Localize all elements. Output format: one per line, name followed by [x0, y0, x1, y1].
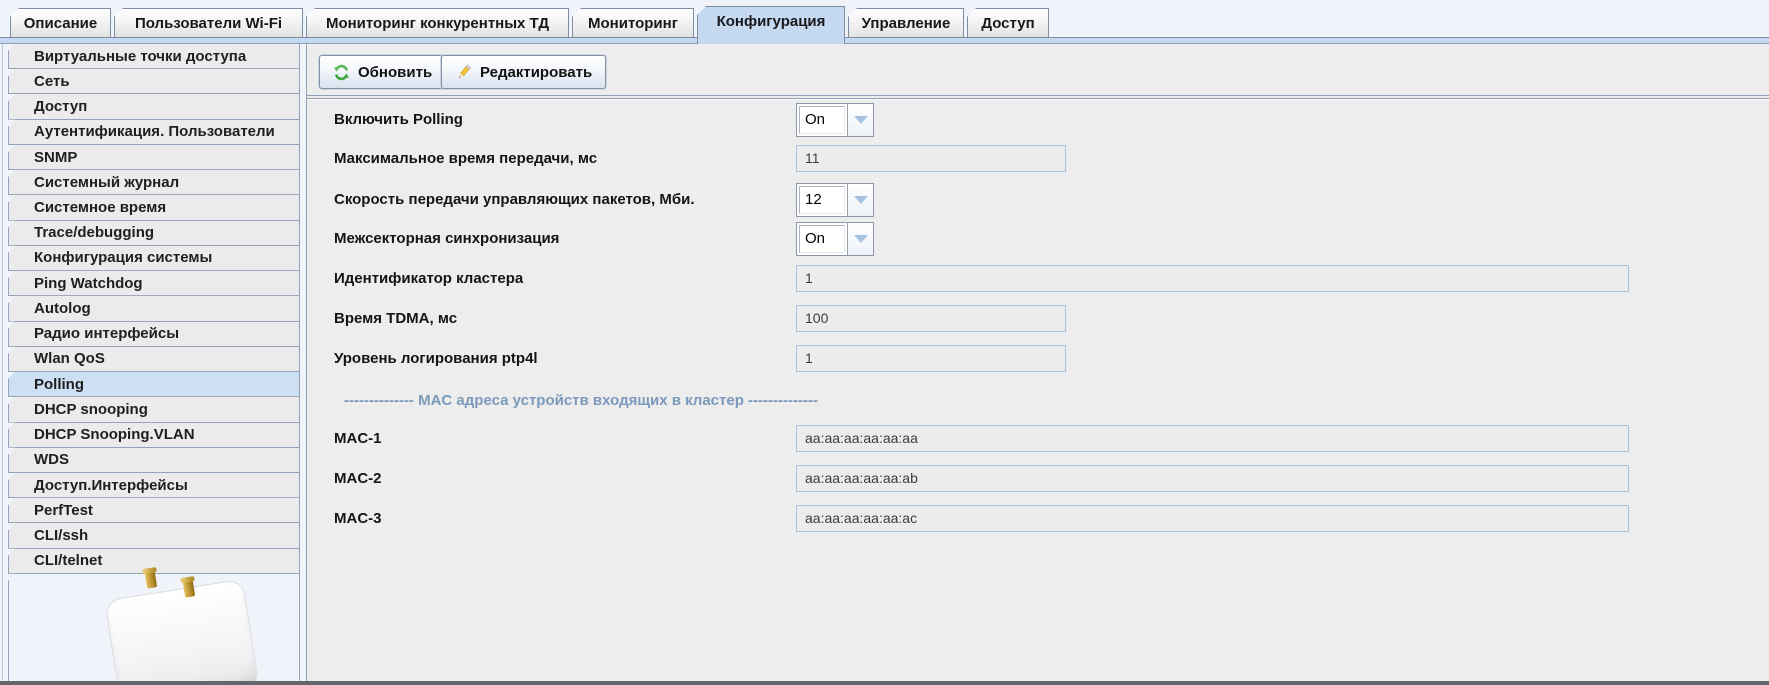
- tab-management[interactable]: Управление: [848, 8, 964, 37]
- sidebar-item-radio-interfaces[interactable]: Радио интерфейсы: [8, 320, 300, 347]
- sidebar-item-perftest[interactable]: PerfTest: [8, 497, 300, 524]
- tab-competing-ap-monitoring[interactable]: Мониторинг конкурентных ТД: [306, 8, 569, 37]
- chevron-down-icon: [853, 235, 868, 243]
- mgmt-packet-rate-label: Скорость передачи управляющих пакетов, М…: [334, 191, 695, 208]
- sidebar-item-ping-watchdog[interactable]: Ping Watchdog: [8, 270, 300, 297]
- edit-button[interactable]: Редактировать: [441, 55, 607, 89]
- sidebar-item-polling[interactable]: Polling: [8, 371, 300, 398]
- mac-2-field[interactable]: aa:aa:aa:aa:aa:ab: [796, 465, 1629, 492]
- app-window: Описание Пользователи Wi-Fi Мониторинг кон…: [0, 0, 1769, 685]
- chevron-down-icon: [853, 196, 868, 204]
- chevron-down-icon: [853, 116, 868, 124]
- sidebar-item-dhcp-snooping-vlan[interactable]: DHCP Snooping.VLAN: [8, 421, 300, 448]
- mgmt-packet-rate-dropdown[interactable]: 12: [796, 183, 874, 217]
- mac-1-label: MAC-1: [334, 430, 382, 447]
- pencil-icon: [455, 64, 472, 81]
- tab-wifi-users[interactable]: Пользователи Wi-Fi: [114, 8, 303, 37]
- sidebar-item-snmp[interactable]: SNMP: [8, 143, 300, 171]
- sidebar-item-autolog[interactable]: Autolog: [8, 295, 300, 322]
- polling-enable-dropdown-value: On: [799, 106, 845, 134]
- sidebar: Виртуальные точки доступа Сеть Доступ Аутен…: [0, 44, 306, 681]
- edit-button-label: Редактировать: [480, 63, 593, 81]
- polling-enable-label: Включить Polling: [334, 111, 463, 128]
- intersector-sync-label: Межсекторная синхронизация: [334, 230, 560, 247]
- sidebar-item-virtual-ap[interactable]: Виртуальные точки доступа: [8, 44, 300, 70]
- cluster-id-field[interactable]: 1: [796, 265, 1629, 292]
- ptp4l-log-level-label: Уровень логирования ptp4l: [334, 350, 538, 367]
- sidebar-item-wlan-qos[interactable]: Wlan QoS: [8, 345, 300, 373]
- refresh-button[interactable]: Обновить: [319, 55, 447, 89]
- sidebar-item-cli-ssh[interactable]: CLI/ssh: [8, 522, 300, 549]
- mac-2-label: MAC-2: [334, 470, 382, 487]
- toolbar-separator: [307, 95, 1769, 99]
- mgmt-packet-rate-dropdown-button[interactable]: [847, 184, 873, 216]
- sidebar-item-access-interfaces[interactable]: Доступ.Интерфейсы: [8, 471, 300, 499]
- mac-3-field[interactable]: aa:aa:aa:aa:aa:ac: [796, 505, 1629, 532]
- sidebar-list: Виртуальные точки доступа Сеть Доступ Аутен…: [8, 44, 300, 574]
- polling-enable-dropdown-button[interactable]: [847, 104, 873, 136]
- content-panel: Обновить Редактировать -------------- MA…: [306, 44, 1769, 681]
- refresh-button-label: Обновить: [358, 63, 433, 81]
- polling-enable-dropdown[interactable]: On: [796, 103, 874, 137]
- tdma-time-field[interactable]: 100: [796, 305, 1066, 332]
- intersector-sync-dropdown-value: On: [799, 225, 845, 253]
- mac-3-label: MAC-3: [334, 510, 382, 527]
- sidebar-item-wds[interactable]: WDS: [8, 446, 300, 473]
- mac-1-field[interactable]: aa:aa:aa:aa:aa:aa: [796, 425, 1629, 452]
- sidebar-item-auth-users[interactable]: Аутентификация. Пользователи: [8, 118, 300, 145]
- intersector-sync-dropdown-button[interactable]: [847, 223, 873, 255]
- sidebar-item-system-config[interactable]: Конфигурация системы: [8, 244, 300, 272]
- max-tx-time-label: Максимальное время передачи, мс: [334, 150, 598, 167]
- sidebar-item-network[interactable]: Сеть: [8, 68, 300, 95]
- sidebar-item-trace-debugging[interactable]: Trace/debugging: [8, 219, 300, 246]
- selected-tab-strip: [0, 37, 1769, 44]
- ptp4l-log-level-field[interactable]: 1: [796, 345, 1066, 372]
- intersector-sync-dropdown[interactable]: On: [796, 222, 874, 256]
- sidebar-item-syslog[interactable]: Системный журнал: [8, 169, 300, 196]
- sidebar-item-access[interactable]: Доступ: [8, 93, 300, 120]
- tdma-time-label: Время TDMA, мс: [334, 310, 458, 327]
- top-tab-bar: Описание Пользователи Wi-Fi Мониторинг кон…: [0, 0, 1769, 44]
- sidebar-item-dhcp-snooping[interactable]: DHCP snooping: [8, 396, 300, 423]
- max-tx-time-field[interactable]: 11: [796, 145, 1066, 172]
- tab-description[interactable]: Описание: [10, 8, 111, 37]
- mac-section-header: -------------- MAC адреса устройств вход…: [344, 392, 818, 409]
- tab-configuration[interactable]: Конфигурация: [697, 6, 845, 44]
- cluster-id-label: Идентификатор кластера: [334, 270, 524, 287]
- sidebar-item-system-time[interactable]: Системное время: [8, 194, 300, 221]
- tab-access[interactable]: Доступ: [967, 8, 1049, 37]
- tab-monitoring[interactable]: Мониторинг: [572, 8, 694, 37]
- refresh-icon: [333, 64, 350, 81]
- mgmt-packet-rate-dropdown-value: 12: [799, 186, 845, 214]
